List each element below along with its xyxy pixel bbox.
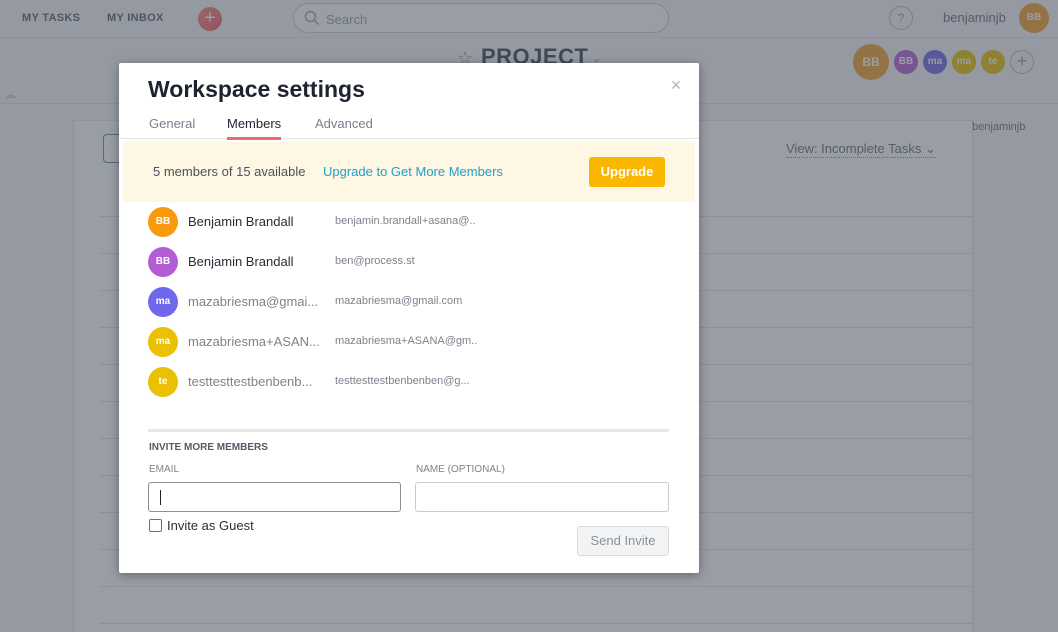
send-invite-button[interactable]: Send Invite xyxy=(577,526,669,556)
upgrade-link[interactable]: Upgrade to Get More Members xyxy=(323,164,503,179)
member-name: mazabriesma@gmai... xyxy=(188,294,319,309)
member-limit-banner: 5 members of 15 available Upgrade to Get… xyxy=(123,142,695,202)
email-field[interactable] xyxy=(148,482,401,512)
close-icon[interactable]: × xyxy=(668,76,684,94)
member-name: Benjamin Brandall xyxy=(188,214,294,229)
tab-members[interactable]: Members xyxy=(227,116,282,140)
tab-advanced[interactable]: Advanced xyxy=(315,116,373,137)
member-avatar: ma xyxy=(148,287,178,317)
text-caret xyxy=(160,490,161,505)
member-email: mazabriesma+ASANA@gm.. xyxy=(335,335,478,347)
email-label: EMAIL xyxy=(149,464,180,475)
settings-tabs: General Members Advanced xyxy=(119,115,699,140)
workspace-settings-dialog: Workspace settings × General Members Adv… xyxy=(119,63,699,573)
member-name: testtesttestbenbenb... xyxy=(188,374,313,389)
member-email: testtesttestbenbenben@g... xyxy=(335,375,470,387)
invite-heading: INVITE MORE MEMBERS xyxy=(149,442,268,453)
member-row: ma mazabriesma@gmai... mazabriesma@gmail… xyxy=(148,285,668,317)
name-label: NAME (OPTIONAL) xyxy=(416,464,505,475)
member-row: ma mazabriesma+ASAN... mazabriesma+ASANA… xyxy=(148,325,668,357)
tab-general[interactable]: General xyxy=(149,116,195,137)
guest-checkbox[interactable] xyxy=(149,519,162,532)
upgrade-button[interactable]: Upgrade xyxy=(589,157,665,187)
member-email: mazabriesma@gmail.com xyxy=(335,295,463,307)
member-email: ben@process.st xyxy=(335,255,415,267)
invite-divider xyxy=(148,429,669,432)
member-count-text: 5 members of 15 available xyxy=(153,164,306,179)
member-avatar: BB xyxy=(148,247,178,277)
member-row: BB Benjamin Brandall benjamin.brandall+a… xyxy=(148,205,668,237)
member-email: benjamin.brandall+asana@.. xyxy=(335,215,476,227)
member-row: te testtesttestbenbenb... testtesttestbe… xyxy=(148,365,668,397)
dialog-title: Workspace settings xyxy=(148,76,365,102)
member-avatar: ma xyxy=(148,327,178,357)
member-avatar: te xyxy=(148,367,178,397)
member-avatar: BB xyxy=(148,207,178,237)
member-name: Benjamin Brandall xyxy=(188,254,294,269)
name-field[interactable] xyxy=(415,482,669,512)
guest-checkbox-label: Invite as Guest xyxy=(167,518,254,533)
member-name: mazabriesma+ASAN... xyxy=(188,334,320,349)
member-row: BB Benjamin Brandall ben@process.st xyxy=(148,245,668,277)
